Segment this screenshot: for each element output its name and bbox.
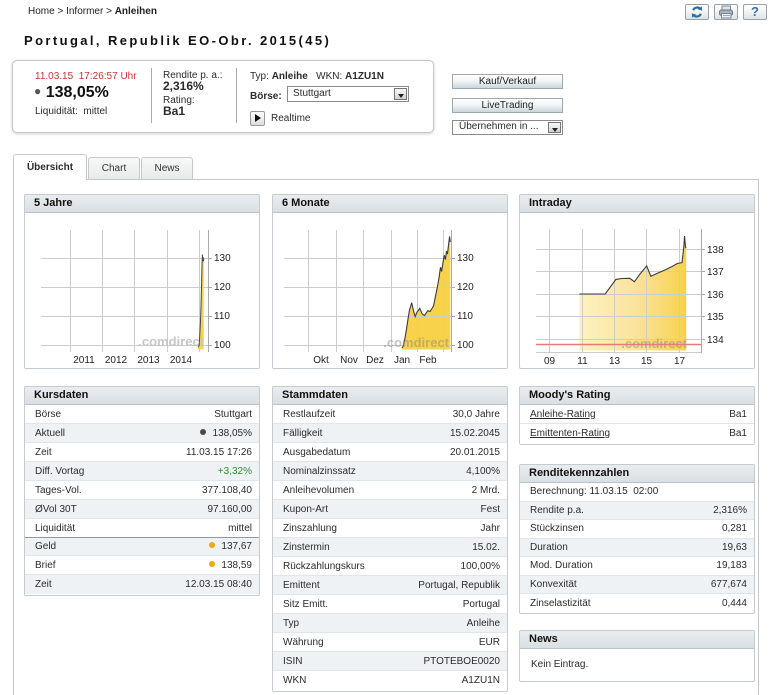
svg-text:Nov: Nov: [340, 355, 358, 366]
svg-text:110: 110: [457, 311, 473, 322]
svg-text:138: 138: [707, 245, 724, 256]
svg-text:120: 120: [457, 282, 474, 293]
svg-text:2011: 2011: [73, 355, 95, 366]
svg-text:137: 137: [707, 267, 724, 278]
svg-text:Feb: Feb: [419, 355, 437, 366]
svg-text:Dez: Dez: [366, 355, 384, 366]
svg-text:120: 120: [214, 282, 231, 293]
svg-text:17: 17: [674, 356, 686, 366]
svg-text:09: 09: [544, 356, 556, 366]
svg-text:.comdirect: .comdirect: [383, 335, 449, 350]
svg-text:13: 13: [609, 356, 621, 366]
svg-text:2013: 2013: [137, 355, 160, 366]
svg-text:100: 100: [214, 340, 231, 351]
svg-text:.comdirect: .comdirect: [138, 334, 204, 349]
svg-text:130: 130: [457, 253, 474, 264]
svg-text:136: 136: [707, 290, 724, 301]
svg-text:Jan: Jan: [394, 355, 410, 366]
svg-text:130: 130: [214, 253, 231, 264]
svg-text:.comdirect: .comdirect: [621, 336, 687, 351]
svg-text:Okt: Okt: [313, 355, 329, 366]
svg-text:2012: 2012: [105, 355, 128, 366]
svg-text:134: 134: [707, 335, 724, 346]
svg-text:11: 11: [577, 356, 588, 366]
svg-text:135: 135: [707, 312, 724, 323]
svg-text:100: 100: [457, 340, 474, 351]
svg-text:15: 15: [641, 356, 653, 366]
svg-text:110: 110: [214, 311, 230, 322]
svg-text:2014: 2014: [170, 355, 193, 366]
